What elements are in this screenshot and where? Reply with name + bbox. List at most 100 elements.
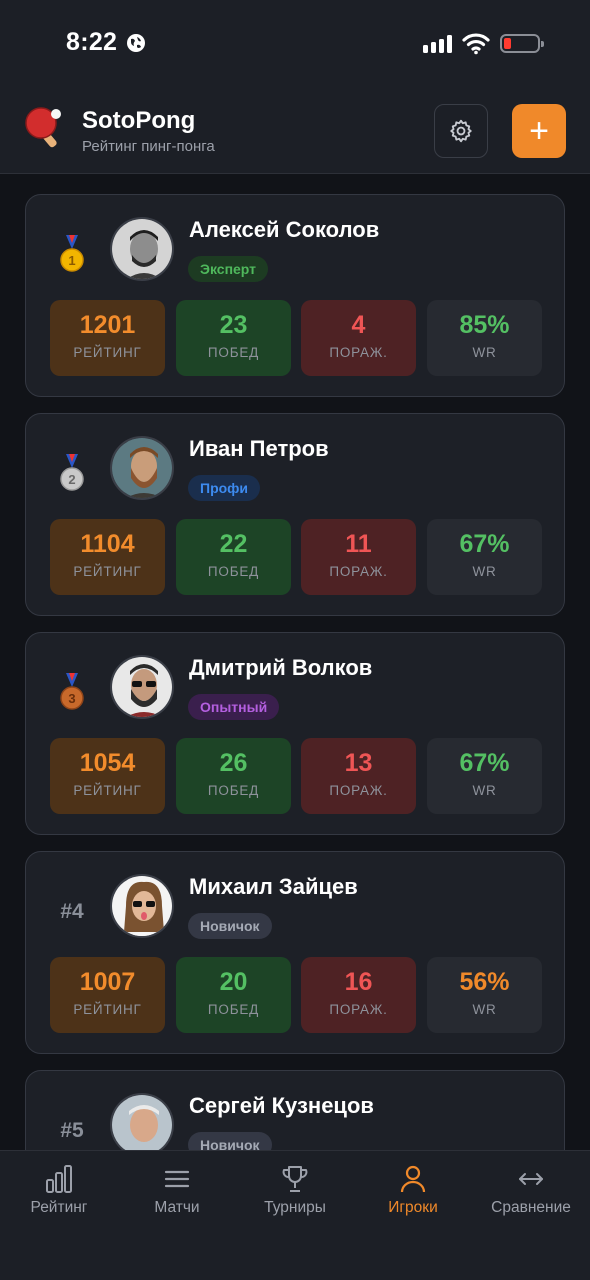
settings-button[interactable] [434,104,488,158]
player-stats: 1054 РЕЙТИНГ 26 ПОБЕД 13 ПОРАЖ. 67% WR [50,738,542,814]
winrate-stat: 85% WR [427,300,542,376]
player-name: Дмитрий Волков [189,655,373,680]
winrate-stat: 56% WR [427,957,542,1033]
rank-number: #4 [60,900,84,923]
winrate-label: WR [472,783,497,798]
app-title: SotoPong [82,107,196,134]
wins-value: 23 [219,311,248,339]
wins-stat: 23 ПОБЕД [176,300,291,376]
bottom-tab-bar: Рейтинг Матчи Турниры Игроки Сравнение [0,1150,590,1280]
gear-icon [450,119,472,143]
signal-icon [423,35,452,53]
losses-stat: 13 ПОРАЖ. [301,738,416,814]
avatar [110,217,174,281]
level-badge: Новичок [188,1132,272,1150]
losses-label: ПОРАЖ. [329,564,388,579]
user-icon [400,1165,426,1193]
losses-label: ПОРАЖ. [329,783,388,798]
losses-label: ПОРАЖ. [329,1002,388,1017]
player-card[interactable]: #4 Михаил Зайцев Новичок 1007 РЕЙТИНГ 20 П… [25,851,565,1054]
bronze-medal-icon: 3 [60,673,84,710]
tab-rating[interactable]: Рейтинг [0,1151,118,1231]
rating-value: 1007 [79,968,136,996]
wins-value: 22 [219,530,248,558]
wins-stat: 22 ПОБЕД [176,519,291,595]
player-card[interactable]: #5 Сергей Кузнецов Новичок [25,1070,565,1150]
winrate-label: WR [472,564,497,579]
rating-label: РЕЙТИНГ [73,1002,142,1017]
globe-icon [127,34,145,52]
rating-stat: 1201 РЕЙТИНГ [50,300,165,376]
battery-icon [500,34,544,53]
status-bar: 8:22 [0,0,590,90]
rating-stat: 1104 РЕЙТИНГ [50,519,165,595]
winrate-stat: 67% WR [427,738,542,814]
losses-value: 13 [344,749,373,777]
wins-value: 26 [219,749,248,777]
rating-value: 1201 [79,311,136,339]
player-name: Алексей Соколов [189,217,380,242]
winrate-label: WR [472,1002,497,1017]
player-name: Иван Петров [189,436,329,461]
player-card[interactable]: 2 Иван Петров Профи 1104 РЕЙТИНГ 22 ПОБЕД … [25,413,565,616]
tab-matches[interactable]: Матчи [118,1151,236,1231]
rating-stat: 1007 РЕЙТИНГ [50,957,165,1033]
losses-stat: 4 ПОРАЖ. [301,300,416,376]
winrate-label: WR [472,345,497,360]
ping-pong-paddle-icon [25,107,61,148]
player-stats: 1007 РЕЙТИНГ 20 ПОБЕД 16 ПОРАЖ. 56% WR [50,957,542,1033]
rating-label: РЕЙТИНГ [73,783,142,798]
wins-label: ПОБЕД [207,564,260,579]
wins-stat: 26 ПОБЕД [176,738,291,814]
winrate-value: 67% [459,749,510,777]
player-card[interactable]: 1 Алексей Соколов Эксперт 1201 РЕЙТИНГ 23… [25,194,565,397]
wins-label: ПОБЕД [207,783,260,798]
avatar [110,1093,174,1150]
winrate-value: 67% [459,530,510,558]
rank: #4 [52,888,92,936]
add-player-button[interactable]: + [512,104,566,158]
player-name: Михаил Зайцев [189,874,358,899]
rating-label: РЕЙТИНГ [73,345,142,360]
list-icon [164,1170,190,1188]
player-stats: 1201 РЕЙТИНГ 23 ПОБЕД 4 ПОРАЖ. 85% WR [50,300,542,376]
tab-tournaments[interactable]: Турниры [236,1151,354,1231]
losses-value: 4 [351,311,366,339]
level-badge: Профи [188,475,261,501]
avatar [110,874,174,938]
tab-label: Турниры [264,1199,326,1216]
avatar [110,436,174,500]
wins-stat: 20 ПОБЕД [176,957,291,1033]
wins-label: ПОБЕД [207,345,260,360]
rank: 3 [52,669,92,717]
level-badge: Опытный [188,694,280,720]
rating-value: 1104 [80,530,135,558]
winrate-value: 85% [459,311,510,339]
svg-text:2: 2 [68,472,75,487]
bar-chart-icon [46,1165,72,1193]
losses-value: 11 [345,530,372,558]
losses-stat: 16 ПОРАЖ. [301,957,416,1033]
tab-compare[interactable]: Сравнение [472,1151,590,1231]
level-badge: Эксперт [188,256,269,282]
wins-value: 20 [219,968,248,996]
svg-text:3: 3 [68,691,75,706]
level-badge: Новичок [188,913,272,939]
rating-stat: 1054 РЕЙТИНГ [50,738,165,814]
player-card[interactable]: 3 Дмитрий Волков Опытный 1054 РЕЙТИНГ 26 П… [25,632,565,835]
tab-label: Матчи [154,1199,200,1216]
rank: #5 [52,1107,92,1150]
rank-number: #5 [60,1119,84,1142]
rank: 1 [52,231,92,279]
rank: 2 [52,450,92,498]
tab-players[interactable]: Игроки [354,1151,472,1231]
status-time: 8:22 [66,28,118,56]
gold-medal-icon: 1 [60,235,84,272]
tab-label: Сравнение [491,1199,571,1216]
wins-label: ПОБЕД [207,1002,260,1017]
rating-label: РЕЙТИНГ [73,564,142,579]
player-list[interactable]: 1 Алексей Соколов Эксперт 1201 РЕЙТИНГ 23… [0,175,590,1150]
rating-value: 1054 [79,749,136,777]
losses-stat: 11 ПОРАЖ. [301,519,416,595]
losses-label: ПОРАЖ. [329,345,388,360]
